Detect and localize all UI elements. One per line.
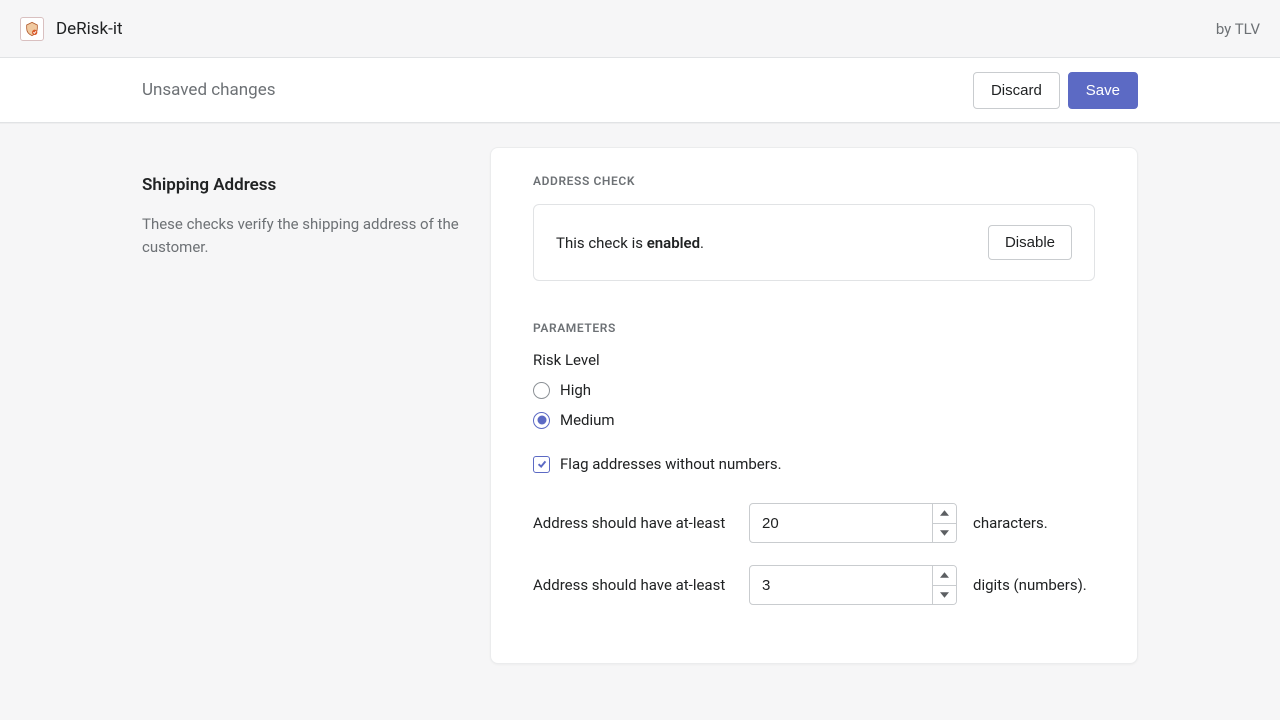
section-header: Shipping Address These checks verify the… [142, 147, 466, 664]
min-digits-input[interactable] [750, 566, 932, 604]
stepper-down-icon[interactable] [933, 586, 956, 605]
section-title: Shipping Address [142, 175, 466, 195]
app-header-left: DeRisk-it [20, 17, 123, 41]
parameters-heading: PARAMETERS [533, 321, 1095, 335]
risk-level-label: Risk Level [533, 351, 1095, 369]
checkbox-icon [533, 456, 550, 473]
flag-addresses-checkbox[interactable]: Flag addresses without numbers. [533, 455, 1095, 473]
status-suffix: . [700, 234, 704, 252]
app-by-label: by TLV [1216, 20, 1260, 38]
app-header: DeRisk-it by TLV [0, 0, 1280, 58]
status-prefix: This check is [556, 234, 647, 252]
action-bar: Unsaved changes Discard Save [0, 58, 1280, 123]
radio-icon [533, 382, 550, 399]
min-digits-suffix: digits (numbers). [973, 576, 1087, 594]
address-check-heading: ADDRESS CHECK [533, 174, 1095, 188]
section-description: These checks verify the shipping address… [142, 213, 466, 258]
min-chars-label: Address should have at-least [533, 514, 733, 532]
discard-button[interactable]: Discard [973, 72, 1060, 109]
risk-option-medium[interactable]: Medium [533, 411, 1095, 429]
settings-card: ADDRESS CHECK This check is enabled. Dis… [490, 147, 1138, 664]
status-value: enabled [647, 234, 700, 252]
min-chars-input-wrap [749, 503, 957, 543]
radio-label-high: High [560, 381, 591, 399]
min-characters-row: Address should have at-least characters. [533, 503, 1095, 543]
flag-checkbox-label: Flag addresses without numbers. [560, 455, 782, 473]
min-digits-row: Address should have at-least digits (num… [533, 565, 1095, 605]
stepper-up-icon[interactable] [933, 504, 956, 524]
main-content: Shipping Address These checks verify the… [0, 123, 1280, 688]
min-digits-steppers [932, 566, 956, 604]
risk-option-high[interactable]: High [533, 381, 1095, 399]
min-chars-input[interactable] [750, 504, 932, 542]
stepper-up-icon[interactable] [933, 566, 956, 586]
app-logo-icon [20, 17, 44, 41]
app-title: DeRisk-it [56, 19, 123, 39]
disable-button[interactable]: Disable [988, 225, 1072, 260]
radio-icon [533, 412, 550, 429]
min-chars-steppers [932, 504, 956, 542]
status-text: This check is enabled. [556, 234, 704, 252]
action-buttons: Discard Save [973, 72, 1138, 109]
min-digits-label: Address should have at-least [533, 576, 733, 594]
status-card: This check is enabled. Disable [533, 204, 1095, 281]
min-digits-input-wrap [749, 565, 957, 605]
unsaved-changes-label: Unsaved changes [142, 80, 276, 100]
save-button[interactable]: Save [1068, 72, 1138, 109]
radio-label-medium: Medium [560, 411, 615, 429]
stepper-down-icon[interactable] [933, 524, 956, 543]
min-chars-suffix: characters. [973, 514, 1048, 532]
